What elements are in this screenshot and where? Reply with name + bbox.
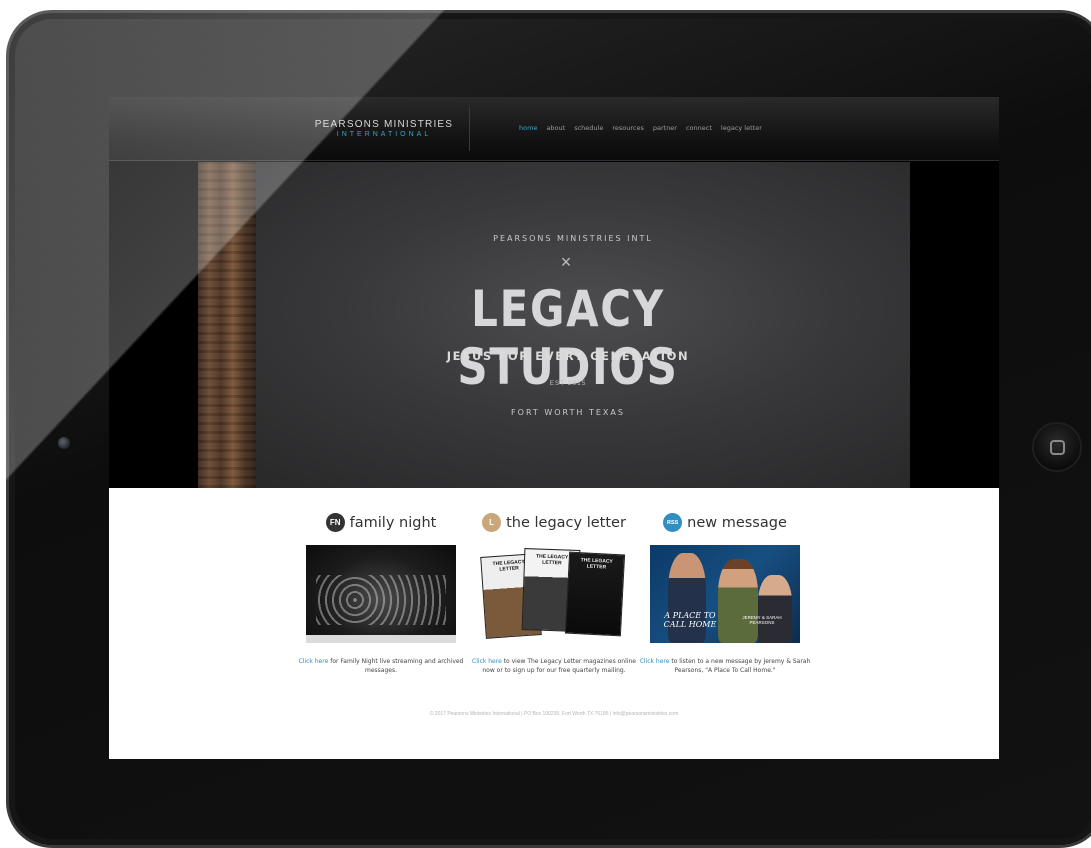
new-message-desc-text: to listen to a new message by Jeremy & S… xyxy=(669,658,811,674)
nav-schedule[interactable]: schedule xyxy=(574,124,603,132)
person-image xyxy=(718,559,758,643)
site-header: PEARSONS MINISTRIES INTERNATIONAL home a… xyxy=(109,97,999,161)
legacy-letter-badge-icon: L xyxy=(482,513,502,532)
family-night-link[interactable]: Click here xyxy=(299,658,329,665)
home-button[interactable] xyxy=(1032,422,1082,472)
new-message-link[interactable]: Click here xyxy=(640,658,670,665)
nav-partner[interactable]: partner xyxy=(653,124,677,132)
family-night-description: Click here for Family Night live streami… xyxy=(294,657,468,675)
hero-arc-top-text: PEARSONS MINISTRIES INTL xyxy=(493,234,653,243)
nav-about[interactable]: about xyxy=(546,124,565,132)
hero-banner: PEARSONS MINISTRIES INTL × LEGACY STUDIO… xyxy=(198,162,910,488)
nav-connect[interactable]: connect xyxy=(686,124,712,132)
hero-title: LEGACY STUDIOS xyxy=(457,280,679,396)
legacy-letter-description: Click here to view The Legacy Letter mag… xyxy=(467,657,641,675)
site-logo[interactable]: PEARSONS MINISTRIES INTERNATIONAL xyxy=(299,119,469,138)
magazine-title: THE LEGACY LETTER xyxy=(580,557,613,571)
person-image xyxy=(758,575,792,643)
legacy-letter-desc-text: to view The Legacy Letter magazines onli… xyxy=(482,658,636,674)
legacy-letter-title: the legacy letter xyxy=(506,514,626,531)
nav-home[interactable]: home xyxy=(519,124,537,132)
message-caption-title: A PLACE TO CALL HOME xyxy=(663,611,717,629)
person-image xyxy=(668,553,706,643)
family-night-badge-icon: FN xyxy=(325,513,345,532)
site-footer: © 2017 Pearsons Ministries International… xyxy=(429,711,679,717)
hero-est: EST 2015 xyxy=(549,380,587,387)
family-night-thumbnail[interactable] xyxy=(306,545,456,643)
hero-subtitle: JESUS FOR EVERY GENERATION xyxy=(446,349,690,363)
header-divider xyxy=(469,107,470,151)
new-message-description: Click here to listen to a new message by… xyxy=(638,657,812,675)
crowd-image xyxy=(316,575,446,625)
wood-beam-image xyxy=(198,162,256,488)
logo-title: PEARSONS MINISTRIES xyxy=(314,119,454,130)
screen: PEARSONS MINISTRIES INTERNATIONAL home a… xyxy=(109,97,999,759)
family-night-title: family night xyxy=(349,514,437,531)
video-control-bar xyxy=(306,635,456,643)
nav-legacy-letter[interactable]: legacy letter xyxy=(721,124,762,132)
camera-icon xyxy=(58,437,70,449)
new-message-thumbnail[interactable]: A PLACE TO CALL HOME JEREMY & SARAH PEAR… xyxy=(650,545,800,643)
main-nav: home about schedule resources partner co… xyxy=(519,124,762,132)
magazine-cover: THE LEGACY LETTER xyxy=(564,551,626,637)
logo-subtitle: INTERNATIONAL xyxy=(336,131,432,138)
new-message-heading[interactable]: RSS new message xyxy=(620,513,830,532)
legacy-letter-thumbnail[interactable]: THE LEGACY LETTER THE LEGACY LETTER THE … xyxy=(479,545,629,643)
rss-icon: RSS xyxy=(663,513,683,532)
nav-resources[interactable]: resources xyxy=(612,124,644,132)
legacy-letter-link[interactable]: Click here xyxy=(472,658,502,665)
new-message-title: new message xyxy=(687,514,787,531)
content-area: FN family night Click here for Family Ni… xyxy=(109,488,999,759)
message-caption-speakers: JEREMY & SARAH PEARSONS xyxy=(742,615,782,625)
hero-cross-icon: × xyxy=(560,252,572,272)
family-night-desc-text: for Family Night live streaming and arch… xyxy=(328,658,464,674)
hero-arc-bottom-text: FORT WORTH TEXAS xyxy=(511,408,625,417)
home-square-icon xyxy=(1049,439,1065,455)
